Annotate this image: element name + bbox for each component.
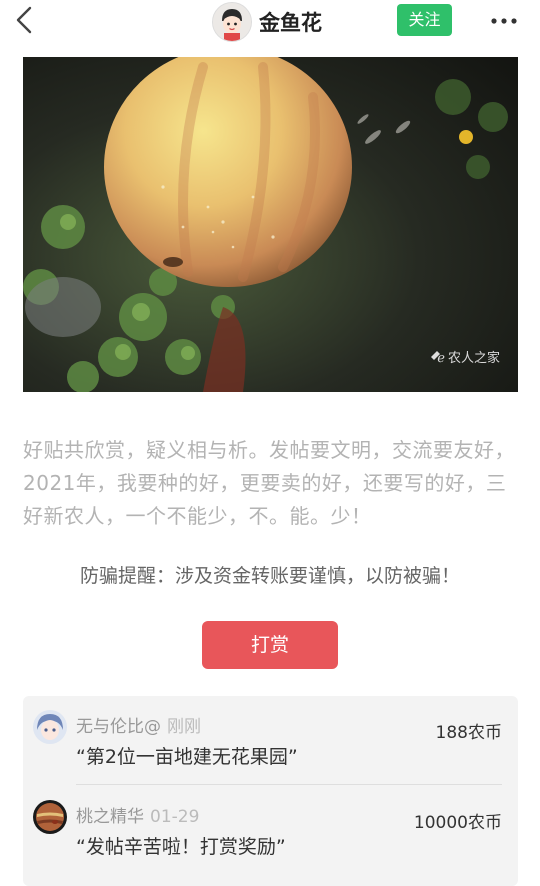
more-options-icon[interactable] bbox=[488, 8, 520, 34]
reward-amount: 10000农币 bbox=[413, 813, 502, 833]
back-arrow-icon[interactable] bbox=[10, 4, 40, 36]
reward-user-name: 桃之精华 01-29 bbox=[76, 802, 199, 827]
list-item[interactable]: 无与伦比@ 刚刚 188农币 “第2位一亩地建无花果园” bbox=[23, 696, 518, 776]
post-paragraph: 好贴共欣赏，疑义相与析。发帖要文明，交流要友好，2021年，我要种的好，更要卖的… bbox=[23, 438, 515, 528]
avatar[interactable] bbox=[33, 710, 67, 744]
post-photo[interactable]: ℯ 农人之家 bbox=[23, 57, 518, 392]
user-name: 桃之精华 bbox=[76, 807, 144, 827]
divider bbox=[76, 784, 502, 785]
reward-message: “第2位一亩地建无花果园” bbox=[76, 746, 298, 768]
reward-user-name: 无与伦比@ 刚刚 bbox=[76, 712, 201, 737]
reward-time: 刚刚 bbox=[167, 717, 201, 737]
user-name: 无与伦比@ bbox=[76, 717, 161, 737]
follow-button[interactable]: 关注 bbox=[397, 4, 452, 36]
reward-message: “发帖辛苦啦！打赏奖励” bbox=[76, 836, 286, 858]
photo-watermark: 农人之家 bbox=[447, 351, 500, 366]
page-title: 金鱼花 bbox=[259, 11, 322, 35]
list-item[interactable]: 桃之精华 01-29 10000农币 “发帖辛苦啦！打赏奖励” bbox=[23, 786, 518, 866]
author-avatar[interactable] bbox=[212, 2, 252, 42]
reward-button[interactable]: 打赏 bbox=[202, 621, 338, 669]
reward-amount: 188农币 bbox=[435, 723, 502, 743]
avatar[interactable] bbox=[33, 800, 67, 834]
rewards-list: 无与伦比@ 刚刚 188农币 “第2位一亩地建无花果园” 桃之精华 01-29 10… bbox=[23, 696, 518, 886]
watermark-logo-icon: ℯ bbox=[437, 351, 445, 366]
reward-time: 01-29 bbox=[150, 807, 200, 827]
anti-fraud-warning: 防骗提醒：涉及资金转账要谨慎，以防被骗！ bbox=[79, 565, 460, 587]
top-bar: 金鱼花 关注 bbox=[0, 0, 540, 42]
